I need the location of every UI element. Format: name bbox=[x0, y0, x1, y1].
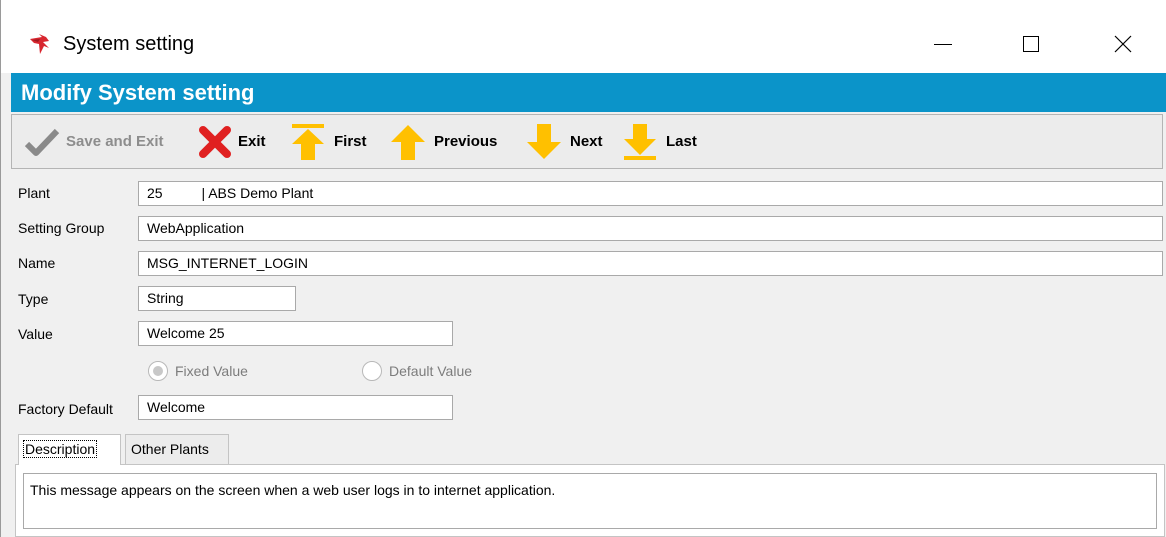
tab-other-plants-label: Other Plants bbox=[131, 441, 209, 457]
down-arrow-icon bbox=[527, 123, 561, 159]
save-and-exit-label: Save and Exit bbox=[66, 133, 164, 150]
fixed-value-label: Fixed Value bbox=[175, 363, 248, 379]
type-label: Type bbox=[18, 291, 49, 307]
minimize-icon bbox=[934, 44, 952, 45]
tab-other-plants[interactable]: Other Plants bbox=[125, 434, 229, 464]
toolbar: Save and Exit Exit First Previous Next L… bbox=[11, 114, 1163, 169]
default-value-radio[interactable]: Default Value bbox=[362, 361, 472, 381]
close-icon bbox=[1114, 35, 1132, 53]
name-field[interactable]: MSG_INTERNET_LOGIN bbox=[138, 251, 1163, 276]
last-label: Last bbox=[666, 133, 697, 150]
description-textarea[interactable]: This message appears on the screen when … bbox=[23, 473, 1157, 529]
previous-label: Previous bbox=[434, 133, 498, 150]
minimize-button[interactable] bbox=[913, 24, 973, 64]
value-label: Value bbox=[18, 326, 53, 342]
exit-button[interactable]: Exit bbox=[198, 115, 266, 168]
factory-default-field[interactable]: Welcome bbox=[138, 395, 453, 420]
type-field[interactable]: String bbox=[138, 286, 296, 311]
plant-field[interactable]: 25 | ABS Demo Plant bbox=[138, 181, 1163, 206]
radio-unchecked-icon bbox=[362, 361, 382, 381]
value-field[interactable]: Welcome 25 bbox=[138, 321, 453, 346]
maximize-icon bbox=[1023, 36, 1039, 52]
factory-default-label: Factory Default bbox=[18, 401, 113, 417]
radio-checked-icon bbox=[148, 361, 168, 381]
checkmark-icon bbox=[24, 128, 60, 156]
save-and-exit-button[interactable]: Save and Exit bbox=[24, 115, 164, 168]
first-button[interactable]: First bbox=[288, 115, 367, 168]
up-arrow-icon bbox=[391, 124, 425, 160]
previous-button[interactable]: Previous bbox=[388, 115, 497, 168]
red-arrow-app-icon bbox=[29, 33, 51, 55]
page-header: Modify System setting bbox=[11, 73, 1166, 112]
exit-label: Exit bbox=[238, 133, 266, 150]
fixed-value-radio[interactable]: Fixed Value bbox=[148, 361, 248, 381]
title-bar: System setting bbox=[1, 0, 1166, 73]
setting-group-label: Setting Group bbox=[18, 220, 105, 236]
default-value-label: Default Value bbox=[389, 363, 473, 379]
next-button[interactable]: Next bbox=[524, 115, 603, 168]
name-label: Name bbox=[18, 255, 56, 271]
first-arrow-icon bbox=[292, 123, 324, 160]
tab-description-label: Description bbox=[22, 440, 98, 458]
system-setting-window: System setting Modify System setting Sav… bbox=[0, 0, 1166, 537]
last-arrow-icon bbox=[624, 123, 656, 160]
setting-group-field[interactable]: WebApplication bbox=[138, 216, 1163, 241]
red-x-icon bbox=[199, 125, 231, 158]
maximize-button[interactable] bbox=[1001, 24, 1061, 64]
tab-description[interactable]: Description bbox=[18, 434, 121, 465]
window-title: System setting bbox=[63, 33, 195, 55]
next-label: Next bbox=[570, 133, 603, 150]
last-button[interactable]: Last bbox=[620, 115, 697, 168]
first-label: First bbox=[334, 133, 367, 150]
plant-label: Plant bbox=[18, 185, 50, 201]
close-button[interactable] bbox=[1093, 24, 1153, 64]
